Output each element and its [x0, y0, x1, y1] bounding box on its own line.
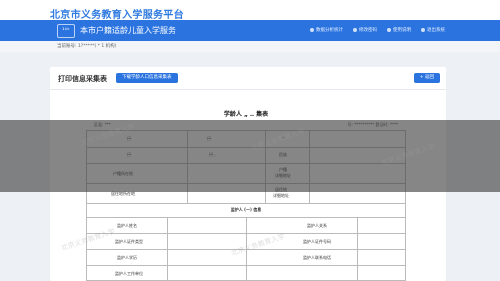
breadcrumb-bar: 当前账号: 1?*****( * 1 机构): [0, 41, 500, 52]
redaction-overlay: [0, 120, 500, 192]
table-divider: [167, 217, 168, 281]
chart-icon: [310, 28, 314, 32]
lock-icon: [353, 28, 357, 32]
download-form-button[interactable]: 下载学龄人口信息采集表: [116, 73, 178, 83]
site-title: 北京市义务教育入学服务平台: [50, 10, 184, 21]
table-divider: [357, 217, 358, 281]
page-title: 打印信息采集表: [58, 75, 107, 83]
help-icon: [387, 28, 391, 32]
document-title: 学龄人 „ ‥ 集表: [223, 111, 269, 118]
table-section-header: 监护人 (一) 信息: [87, 203, 405, 218]
divider: [50, 89, 446, 90]
table-cell: 监护人证件号码: [303, 239, 331, 244]
nav-label: 数据分析统计: [316, 28, 343, 33]
logout-icon: [421, 28, 425, 32]
nav-item-logout[interactable]: 退出系统: [421, 27, 445, 33]
breadcrumb: 当前账号: 1?*****( * 1 机构): [57, 44, 117, 49]
table-cell: 监护人关系: [307, 223, 327, 228]
nav-label: 使用说明: [393, 28, 411, 33]
back-button[interactable]: + 返回: [413, 73, 440, 83]
top-nav: 数据分析统计 修改密码 使用说明 退出系统: [310, 27, 445, 33]
service-logo: ¹ᵁᶜ: [57, 24, 75, 38]
table-cell: 监护人工作单位: [115, 271, 143, 276]
table-cell: 监护人学历: [117, 255, 137, 260]
table-cell: 监护人联系电话: [303, 255, 331, 260]
nav-label: 修改密码: [359, 28, 377, 33]
nav-label: 退出系统: [427, 28, 445, 33]
section-title: 监护人 (一) 信息: [230, 207, 262, 212]
table-cell: 监护人证件类型: [115, 239, 143, 244]
nav-item-password[interactable]: 修改密码: [353, 27, 377, 33]
nav-item-help[interactable]: 使用说明: [387, 27, 411, 33]
nav-item-stats[interactable]: 数据分析统计: [310, 27, 343, 33]
table-cell: 监护人姓名: [117, 223, 137, 228]
service-subtitle: 本市户籍适龄儿童入学服务: [80, 26, 176, 35]
service-banner: ¹ᵁᶜ 本市户籍适龄儿童入学服务 数据分析统计 修改密码 使用说明 退出系统: [0, 20, 500, 41]
